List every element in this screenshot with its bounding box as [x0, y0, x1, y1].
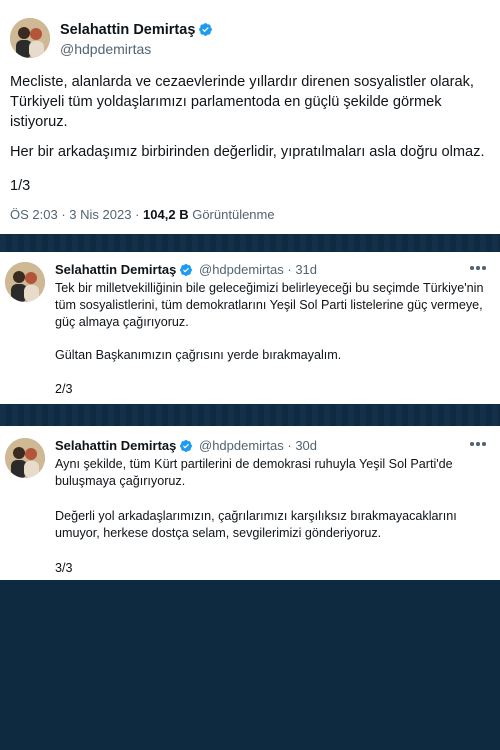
view-label: Görüntülenme [192, 207, 275, 222]
author-name[interactable]: Selahattin Demirtaş [55, 438, 176, 453]
more-dots-icon[interactable] [470, 266, 490, 272]
tweet-text: Değerli yol arkadaşlarımızın, çağrılarım… [55, 509, 457, 540]
tweet-card[interactable]: Selahattin Demirtaş @hdpdemirtas · 31d T… [0, 252, 500, 404]
avatar[interactable] [5, 438, 45, 478]
verified-badge-icon [180, 264, 193, 276]
avatar[interactable] [10, 18, 50, 58]
tweet-card[interactable]: Selahattin Demirtaş @hdpdemirtas · 30d A… [0, 426, 500, 580]
tweet-text: Gültan Başkanımızın çağrısını yerde bıra… [55, 348, 342, 362]
author-name-row[interactable]: Selahattin Demirtaş [60, 22, 213, 38]
author-handle[interactable]: @hdpdemirtas [199, 262, 284, 277]
separator-dot: · [135, 207, 140, 222]
verified-badge-icon [199, 23, 213, 36]
author-handle[interactable]: @hdpdemirtas [60, 41, 151, 57]
tweet-age[interactable]: 31d [295, 262, 317, 277]
avatar[interactable] [5, 262, 45, 302]
tweet-text: Aynı şekilde, tüm Kürt partilerini de de… [55, 457, 453, 488]
author-name[interactable]: Selahattin Demirtaş [60, 22, 195, 38]
tweet-card[interactable]: Selahattin Demirtaş @hdpdemirtas Meclist… [0, 0, 500, 234]
tweet-text: Her bir arkadaşımız birbirinden değerlid… [10, 144, 485, 160]
verified-badge-icon [180, 440, 193, 452]
more-dots-icon[interactable] [470, 442, 490, 448]
view-count: 104,2 B [143, 207, 189, 222]
tweet-footer: ÖS 2:03 · 3 Nis 2023 · 104,2 B Görüntüle… [10, 207, 275, 222]
thread-counter: 3/3 [55, 561, 73, 575]
tweet-age[interactable]: 30d [295, 438, 317, 453]
tweet-time[interactable]: ÖS 2:03 [10, 207, 58, 222]
background-band [0, 234, 500, 252]
author-name-row[interactable]: Selahattin Demirtaş @hdpdemirtas · 30d [55, 438, 317, 453]
author-handle[interactable]: @hdpdemirtas [199, 438, 284, 453]
separator-dot: · [61, 207, 66, 222]
background-band [0, 404, 500, 426]
thread-counter: 2/3 [55, 382, 73, 396]
author-name[interactable]: Selahattin Demirtaş [55, 262, 176, 277]
avatar-photo [5, 438, 45, 478]
tweet-date[interactable]: 3 Nis 2023 [69, 207, 131, 222]
author-name-row[interactable]: Selahattin Demirtaş @hdpdemirtas · 31d [55, 262, 317, 277]
thread-counter: 1/3 [10, 178, 31, 194]
avatar-photo [10, 18, 50, 58]
tweet-text: Mecliste, alanlarda ve cezaevlerinde yıl… [10, 74, 474, 130]
avatar-photo [5, 262, 45, 302]
tweet-text: Tek bir milletvekilliğinin bile geleceği… [55, 281, 484, 329]
